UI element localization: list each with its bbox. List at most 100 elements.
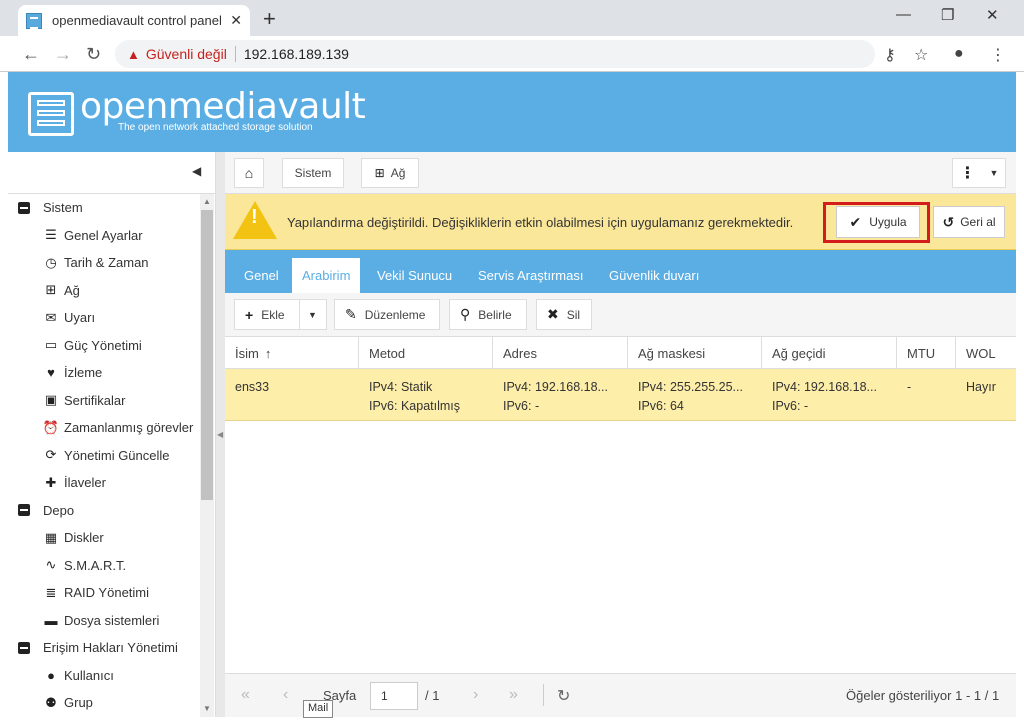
sidebar-item[interactable]: ▭ Güç Yönetimi bbox=[8, 332, 215, 360]
tab-guvenlik-duvari[interactable]: Güvenlik duvarı bbox=[599, 258, 709, 293]
sidebar-item[interactable]: ▦ Diskler bbox=[8, 524, 215, 552]
browser-tab[interactable]: openmediavault control panel - ✕ bbox=[18, 5, 250, 36]
next-page-icon[interactable]: › bbox=[473, 686, 478, 704]
url-field[interactable]: ▲ Güvenli değil 192.168.189.139 bbox=[115, 40, 875, 68]
minimize-icon[interactable]: — bbox=[896, 6, 911, 23]
revert-button[interactable]: ↺ Geri al bbox=[933, 206, 1005, 238]
column-header-adres[interactable]: Adres bbox=[493, 337, 628, 369]
edit-label: Düzenleme bbox=[364, 307, 426, 322]
tab-servis-arastirmasi[interactable]: Servis Araştırması bbox=[468, 258, 593, 293]
breadcrumb-ag[interactable]: ⊞ Ağ bbox=[361, 158, 419, 188]
sidebar-item[interactable]: ▣ Sertifikalar bbox=[8, 387, 215, 415]
sidebar-item[interactable]: ▬ Dosya sistemleri bbox=[8, 607, 215, 635]
security-label[interactable]: Güvenli değil bbox=[146, 46, 227, 62]
sidebar-item[interactable]: ♥ İzleme bbox=[8, 359, 215, 387]
reload-icon[interactable]: ↻ bbox=[86, 44, 101, 65]
delete-label: Sil bbox=[566, 307, 581, 322]
folder-icon: ▬ bbox=[44, 612, 58, 628]
sidebar-group[interactable]: Depo bbox=[8, 497, 215, 525]
screen: openmediavault control panel - ✕ + — ❐ ✕… bbox=[0, 0, 1024, 723]
users-icon: ⚉ bbox=[45, 694, 57, 710]
sidebar-scroll-thumb[interactable] bbox=[201, 210, 213, 500]
home-button[interactable]: ⌂ bbox=[234, 158, 264, 188]
cell-address-v4: IPv4: 192.168.18... bbox=[503, 380, 608, 394]
sidebar-splitter[interactable]: ◀ bbox=[216, 152, 225, 717]
tab-arabirim[interactable]: Arabirim bbox=[292, 258, 361, 293]
prev-page-icon[interactable]: ‹ bbox=[283, 686, 288, 704]
scroll-up-icon[interactable]: ▲ bbox=[203, 197, 211, 206]
apply-label: Uygula bbox=[869, 215, 907, 229]
add-button[interactable]: + Ekle bbox=[234, 299, 300, 330]
page-number-input[interactable]: 1 bbox=[370, 682, 418, 710]
sidebar-item[interactable]: ⊞ Ağ bbox=[8, 277, 215, 305]
new-tab-button[interactable]: + bbox=[263, 6, 276, 32]
key-icon[interactable]: ⚷ bbox=[884, 45, 896, 65]
sidebar-scrollbar[interactable]: ▲ ▼ bbox=[200, 194, 214, 717]
sidebar-item[interactable]: ∿ S.M.A.R.T. bbox=[8, 552, 215, 580]
sidebar-group[interactable]: Erişim Hakları Yönetimi bbox=[8, 634, 215, 662]
network-icon: ⊞ bbox=[374, 166, 385, 180]
delete-button[interactable]: ✖ Sil bbox=[536, 299, 592, 330]
restore-icon[interactable]: ❐ bbox=[941, 6, 954, 24]
breadcrumb-sistem-label: Sistem bbox=[294, 166, 332, 180]
identify-button[interactable]: ⚲ Belirle bbox=[449, 299, 527, 330]
column-header-isim[interactable]: İsim ↑ bbox=[225, 337, 359, 369]
tab-servis-label: Servis Araştırması bbox=[478, 268, 584, 283]
paging-summary: Öğeler gösteriliyor 1 - 1 / 1 bbox=[846, 688, 1000, 703]
forward-icon[interactable]: → bbox=[54, 44, 72, 65]
browser-menu-icon[interactable]: ⋮ bbox=[990, 45, 1006, 65]
splitter-arrow-icon[interactable]: ◀ bbox=[217, 430, 223, 439]
tab-vekil-sunucu[interactable]: Vekil Sunucu bbox=[367, 258, 462, 293]
sidebar-item-label: RAID Yönetimi bbox=[64, 585, 150, 601]
url-text[interactable]: 192.168.189.139 bbox=[244, 46, 349, 62]
sidebar-item[interactable]: ● Kullanıcı bbox=[8, 662, 215, 690]
window-close-icon[interactable]: ✕ bbox=[986, 6, 999, 24]
tab-genel[interactable]: Genel bbox=[234, 258, 289, 293]
sidebar-group[interactable]: Sistem bbox=[8, 194, 215, 222]
cell-netmask: IPv4: 255.255.25... IPv6: 64 bbox=[628, 369, 762, 421]
profile-icon[interactable]: ● bbox=[954, 45, 964, 63]
sidebar-item[interactable]: ◷ Tarih & Zaman bbox=[8, 249, 215, 277]
refresh-icon[interactable]: ↻ bbox=[557, 686, 570, 706]
column-header-ag-maskesi[interactable]: Ağ maskesi bbox=[628, 337, 762, 369]
column-header-metod[interactable]: Metod bbox=[359, 337, 493, 369]
collapse-left-icon[interactable]: ◀ bbox=[192, 164, 201, 178]
collapse-minus-icon[interactable] bbox=[18, 504, 30, 517]
edit-button[interactable]: ✎ Düzenleme bbox=[334, 299, 440, 330]
column-label: İsim bbox=[235, 345, 259, 361]
breadcrumb-sistem[interactable]: Sistem bbox=[282, 158, 344, 188]
actions-menu-button[interactable]: ⋮ ▼ bbox=[952, 158, 1006, 188]
cell-gateway-v4: IPv4: 192.168.18... bbox=[772, 380, 877, 394]
collapse-minus-icon[interactable] bbox=[18, 641, 30, 654]
scroll-down-icon[interactable]: ▼ bbox=[203, 704, 211, 713]
sidebar-item[interactable]: ⟳ Yönetimi Güncelle bbox=[8, 442, 215, 470]
back-icon[interactable]: ← bbox=[22, 44, 40, 65]
first-page-icon[interactable]: « bbox=[241, 686, 250, 704]
heartbeat-icon: ♥ bbox=[47, 365, 55, 381]
sidebar-item[interactable]: ☰ Genel Ayarlar bbox=[8, 222, 215, 250]
last-page-icon[interactable]: » bbox=[509, 686, 518, 704]
certificate-icon: ▣ bbox=[44, 392, 58, 408]
sidebar-item-label: Uyarı bbox=[64, 310, 96, 326]
sidebar-item[interactable]: ✉ Uyarı bbox=[8, 304, 215, 332]
sidebar-item-label: Zamanlanmış görevler bbox=[64, 420, 194, 436]
add-dropdown-button[interactable]: ▼ bbox=[299, 299, 327, 330]
column-header-ag-gecidi[interactable]: Ağ geçidi bbox=[762, 337, 897, 369]
sidebar-item[interactable]: ≣ RAID Yönetimi bbox=[8, 579, 215, 607]
column-label: Metod bbox=[369, 345, 406, 361]
collapse-minus-icon[interactable] bbox=[18, 201, 30, 214]
sidebar-item[interactable]: ⚉ Grup bbox=[8, 689, 215, 717]
column-header-mtu[interactable]: MTU bbox=[897, 337, 956, 369]
sidebar-item[interactable]: ✚ İlaveler bbox=[8, 469, 215, 497]
revert-label: Geri al bbox=[960, 215, 996, 229]
cell-address-v6: IPv6: - bbox=[503, 399, 540, 413]
sidebar-item-label: Güç Yönetimi bbox=[64, 337, 142, 353]
bookmark-star-icon[interactable]: ☆ bbox=[914, 45, 928, 65]
column-header-wol[interactable]: WOL bbox=[956, 337, 1016, 369]
tab-close-icon[interactable]: ✕ bbox=[230, 12, 242, 29]
apply-button[interactable]: ✔ Uygula bbox=[836, 206, 920, 238]
table-row[interactable]: ens33 IPv4: Statik IPv6: Kapatılmış IPv4… bbox=[225, 369, 1016, 421]
cell-netmask-v4: IPv4: 255.255.25... bbox=[638, 380, 743, 394]
sidebar-item[interactable]: ⏰ Zamanlanmış görevler bbox=[8, 414, 215, 442]
sidebar-group-label: Erişim Hakları Yönetimi bbox=[43, 640, 178, 656]
